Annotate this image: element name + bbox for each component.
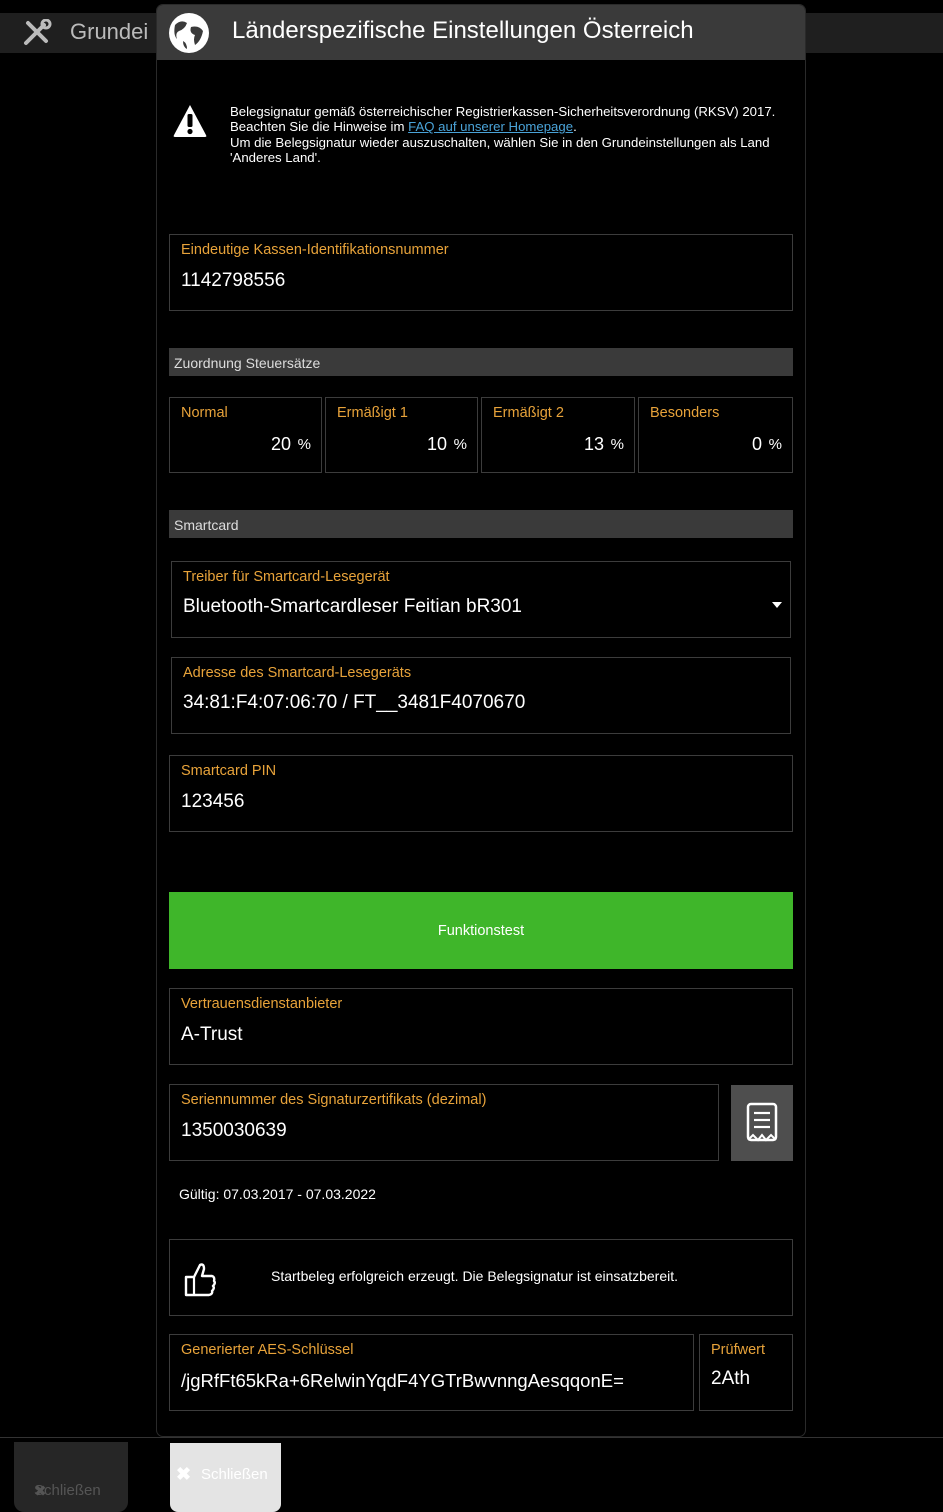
check-value-field[interactable]: Prüfwert 2Ath (699, 1334, 793, 1411)
tools-icon (24, 19, 52, 45)
driver-value: Bluetooth-Smartcardleser Feitian bR301 (183, 596, 523, 617)
tax-normal-label: Normal (181, 405, 228, 421)
close-icon: ✖ (176, 1464, 192, 1484)
certificate-serial-value: 1350030639 (181, 1120, 287, 1141)
tax-special-unit: % (768, 436, 782, 453)
smartcard-pin-field[interactable]: Smartcard PIN 123456 (169, 755, 793, 832)
aes-key-value: /jgRfFt65kRa+6RelwinYqdF4YGTrBwvnngAesqq… (181, 1370, 624, 1391)
background-footer-divider (0, 1437, 943, 1438)
provider-value: A-Trust (181, 1024, 243, 1045)
check-value-value: 2Ath (711, 1368, 751, 1389)
faq-link[interactable]: FAQ auf unserer Homepage (408, 119, 573, 134)
certificate-serial-label: Seriennummer des Signaturzertifikats (de… (181, 1092, 487, 1108)
function-test-button[interactable]: Funktionstest (169, 892, 793, 969)
receipt-icon (746, 1102, 778, 1142)
tax-section-header: Zuordnung Steuersätze (169, 348, 793, 376)
reader-address-value: 34:81:F4:07:06:70 / FT__3481F4070670 (183, 692, 526, 713)
close-label: Schließen (201, 1466, 268, 1483)
thumbs-up-icon (184, 1263, 216, 1297)
certificate-details-button[interactable] (731, 1085, 793, 1161)
rksv-notice: Belegsignatur gemäß österreichischer Reg… (230, 104, 790, 166)
tax-normal-field[interactable]: Normal 20 % (169, 397, 322, 473)
aes-key-field[interactable]: Generierter AES-Schlüssel /jgRfFt65kRa+6… (169, 1334, 694, 1411)
driver-label: Treiber für Smartcard-Lesegerät (183, 569, 390, 585)
tax-reduced1-label: Ermäßigt 1 (337, 405, 408, 421)
background-close-button[interactable]: ✖ Schließen (14, 1442, 128, 1512)
smartcard-section-header: Smartcard (169, 510, 793, 538)
signature-status-box: Startbeleg erfolgreich erzeugt. Die Bele… (169, 1239, 793, 1316)
settings-dialog: Länderspezifische Einstellungen Österrei… (157, 5, 805, 1436)
smartcard-pin-value: 123456 (181, 791, 245, 812)
tax-reduced1-field[interactable]: Ermäßigt 1 10 % (325, 397, 478, 473)
aes-key-label: Generierter AES-Schlüssel (181, 1342, 354, 1358)
dialog-title: Länderspezifische Einstellungen Österrei… (232, 17, 694, 44)
certificate-serial-field[interactable]: Seriennummer des Signaturzertifikats (de… (169, 1084, 719, 1161)
notice-disable-text: Um die Belegsignatur wieder auszuschalte… (230, 134, 770, 166)
tax-reduced2-label: Ermäßigt 2 (493, 405, 564, 421)
driver-dropdown[interactable]: Treiber für Smartcard-Lesegerät Bluetoot… (171, 561, 791, 638)
smartcard-pin-label: Smartcard PIN (181, 763, 277, 779)
globe-icon (169, 13, 209, 53)
tax-special-label: Besonders (650, 405, 720, 421)
background-close-label: Schließen (34, 1482, 101, 1499)
dropdown-arrow-icon (772, 602, 782, 608)
close-button[interactable]: ✖ Schließen (170, 1443, 281, 1512)
certificate-validity: Gültig: 07.03.2017 - 07.03.2022 (179, 1186, 376, 1202)
tax-special-value: 0 (751, 434, 762, 454)
kassen-id-label: Eindeutige Kassen-Identifikationsnummer (181, 242, 449, 258)
reader-address-field[interactable]: Adresse des Smartcard-Lesegeräts 34:81:F… (171, 657, 791, 734)
warning-icon (173, 105, 207, 137)
tax-special-field[interactable]: Besonders 0 % (638, 397, 793, 473)
status-message: Startbeleg erfolgreich erzeugt. Die Bele… (271, 1268, 678, 1284)
tax-reduced2-value: 13 (583, 434, 604, 454)
background-title: Grundei (70, 19, 149, 44)
notice-period: . (573, 119, 577, 135)
tax-normal-value: 20 (270, 434, 291, 454)
provider-field[interactable]: Vertrauensdienstanbieter A-Trust (169, 988, 793, 1065)
tax-reduced2-field[interactable]: Ermäßigt 2 13 % (481, 397, 635, 473)
tax-normal-unit: % (297, 436, 311, 453)
tax-reduced1-value: 10 (426, 434, 447, 454)
kassen-id-field[interactable]: Eindeutige Kassen-Identifikationsnummer … (169, 234, 793, 311)
tax-reduced2-unit: % (610, 436, 624, 453)
check-value-label: Prüfwert (711, 1342, 765, 1358)
reader-address-label: Adresse des Smartcard-Lesegeräts (183, 665, 412, 681)
tax-reduced1-unit: % (453, 436, 467, 453)
kassen-id-value: 1142798556 (181, 270, 286, 291)
provider-label: Vertrauensdienstanbieter (181, 996, 343, 1012)
dialog-header: Länderspezifische Einstellungen Österrei… (157, 5, 805, 60)
